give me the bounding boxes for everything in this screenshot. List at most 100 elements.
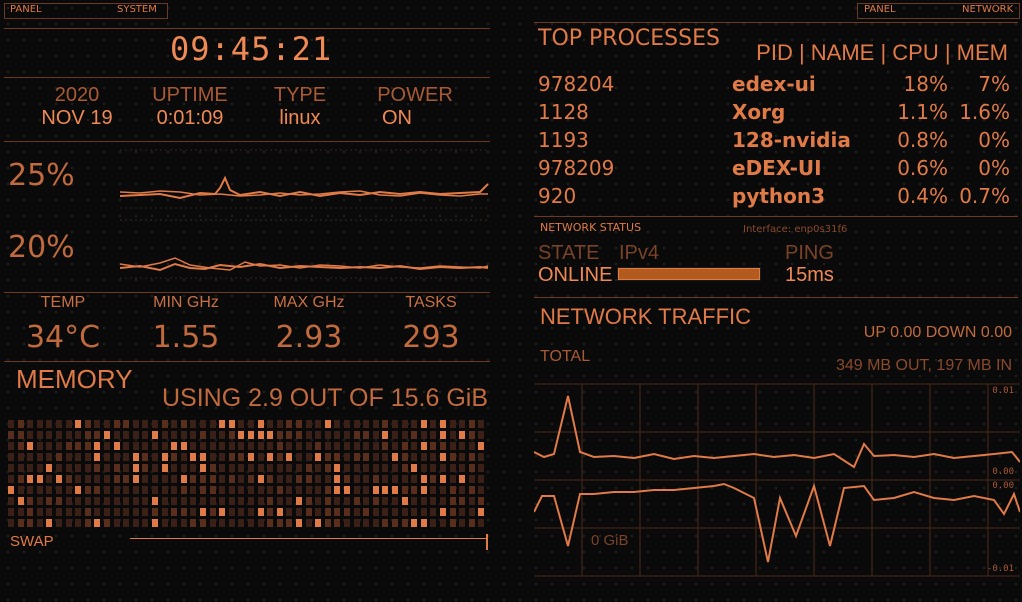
sysinfo-power-label: POWER [377,84,453,106]
memory-cell [75,464,82,472]
memory-cell [113,431,120,439]
memory-cell [420,464,427,472]
memory-cell [46,442,53,450]
memory-cell [449,464,456,472]
memory-cell [411,486,418,494]
left-panel-tab-label: PANEL [10,4,42,15]
memory-cell [171,497,178,505]
memory-cell [219,442,226,450]
divider [4,77,490,78]
memory-cell [468,475,475,483]
memory-cell [372,475,379,483]
memory-cell [401,486,408,494]
memory-cell [75,453,82,461]
memory-cell [46,508,53,516]
memory-cell [478,464,485,472]
memory-cell [190,431,197,439]
memory-cell [363,453,370,461]
sysinfo-uptime-label: UPTIME [152,84,228,106]
memory-cell [430,464,437,472]
memory-cell [411,464,418,472]
memory-cell [209,464,216,472]
network-traffic-title: NETWORK TRAFFIC [540,304,752,329]
memory-cell [286,486,293,494]
memory-cell [180,519,187,527]
ping-value: 15ms [785,264,834,286]
memory-cell [113,497,120,505]
memory-cell [267,486,274,494]
memory-cell [46,519,53,527]
clock: 09:45:21 [170,30,331,70]
process-name: eDEX-UI [732,156,822,180]
memory-cell [430,519,437,527]
memory-cell [286,519,293,527]
process-pid: 1193 [538,128,589,152]
cpu-graph-2 [120,219,490,279]
memory-cell [65,497,72,505]
memory-cell [132,420,139,428]
memory-cell [46,497,53,505]
memory-cell [401,508,408,516]
memory-cell [334,475,341,483]
memory-cell [392,464,398,472]
memory-cell [420,420,427,428]
memory-cell [200,420,206,428]
memory-cell [27,497,34,505]
memory-cell [468,420,475,428]
memory-cell [344,497,350,505]
memory-cell [152,475,158,483]
memory-cell [94,486,101,494]
memory-cell [75,519,82,527]
memory-cell [228,486,235,494]
process-name: 128-nvidia [732,128,851,152]
memory-cell [296,442,302,450]
memory-cell [27,431,34,439]
memory-cell [180,420,187,428]
memory-cell [161,497,168,505]
max-ghz-label: MAX GHz [273,294,345,311]
traffic-total-label: TOTAL [540,348,591,365]
memory-cell [382,486,389,494]
memory-cell [478,442,485,450]
memory-cell [209,475,216,483]
memory-cell [420,453,427,461]
sysinfo-year: 2020 [54,84,100,106]
memory-cell [75,508,82,516]
memory-cell [382,519,389,527]
process-pid: 920 [538,184,577,208]
memory-cell [267,508,274,516]
memory-cell [353,453,360,461]
memory-cell [27,486,34,494]
memory-cell [401,497,408,505]
memory-cell [315,464,322,472]
memory-cell [209,497,216,505]
divider [4,292,490,293]
memory-cell [65,486,72,494]
memory-cell [344,475,350,483]
memory-cell [478,519,485,527]
memory-cell [363,431,370,439]
memory-cell [228,497,235,505]
memory-cell [334,497,341,505]
divider [534,22,1018,23]
memory-cell [382,442,389,450]
memory-cell [84,508,91,516]
right-panel-tab-title: NETWORK [962,4,1014,15]
memory-cell [152,431,158,439]
clock-minutes: 45 [230,30,272,68]
memory-cell [171,442,178,450]
memory-cell [152,442,158,450]
process-cpu: 1.1% [897,100,948,124]
memory-cell [180,497,187,505]
memory-cell [84,519,91,527]
memory-cell [315,519,322,527]
memory-cell [238,475,245,483]
memory-cell [219,431,226,439]
memory-cell [180,508,187,516]
memory-cell [142,431,149,439]
memory-cell [315,508,322,516]
divider [4,28,490,29]
memory-cell [276,464,283,472]
memory-cell [27,442,34,450]
memory-cell [113,508,120,516]
